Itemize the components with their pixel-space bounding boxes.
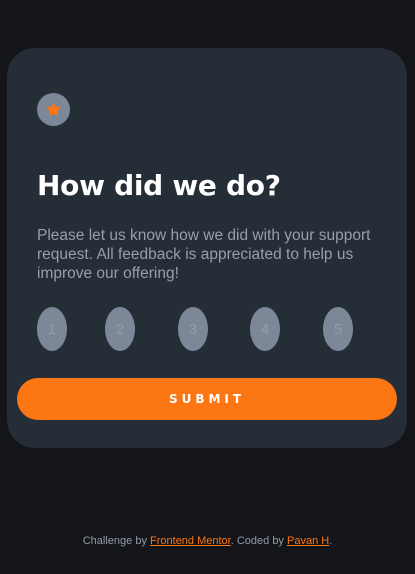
attribution-prefix: Challenge by [82,535,151,547]
card-description: Please let us know how we did with your … [37,227,371,282]
card-title: How did we do? [37,169,281,202]
star-icon [45,101,62,117]
frontend-mentor-link[interactable]: Frontend Mentor [150,535,231,547]
submit-button[interactable]: SUBMIT [17,378,397,420]
attribution: Challenge by Frontend Mentor. Coded by P… [0,534,415,548]
attribution-middle: . Coded by [230,535,287,547]
rating-button-1[interactable]: 1 [37,307,67,351]
star-badge [37,93,70,126]
rating-button-4[interactable]: 4 [250,307,280,351]
rating-button-5[interactable]: 5 [323,307,353,351]
rating-card: How did we do? Please let us know how we… [7,48,407,448]
author-link[interactable]: Pavan H [287,535,329,547]
attribution-suffix: . [329,535,333,547]
rating-button-2[interactable]: 2 [105,307,135,351]
rating-button-3[interactable]: 3 [178,307,208,351]
